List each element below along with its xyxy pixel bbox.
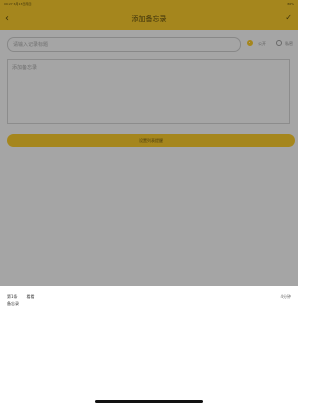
item-time: 4分钟 bbox=[280, 294, 291, 299]
item-subtitle: 备忘录 bbox=[7, 301, 19, 306]
bottom-sheet: 第1条 看看 4分钟 备忘录 bbox=[0, 286, 298, 407]
item-index: 第1条 bbox=[7, 294, 18, 299]
item-title: 看看 bbox=[26, 294, 35, 299]
home-indicator bbox=[95, 400, 203, 403]
dim-overlay[interactable] bbox=[0, 0, 298, 286]
list-item[interactable]: 第1条 看看 bbox=[7, 294, 35, 300]
